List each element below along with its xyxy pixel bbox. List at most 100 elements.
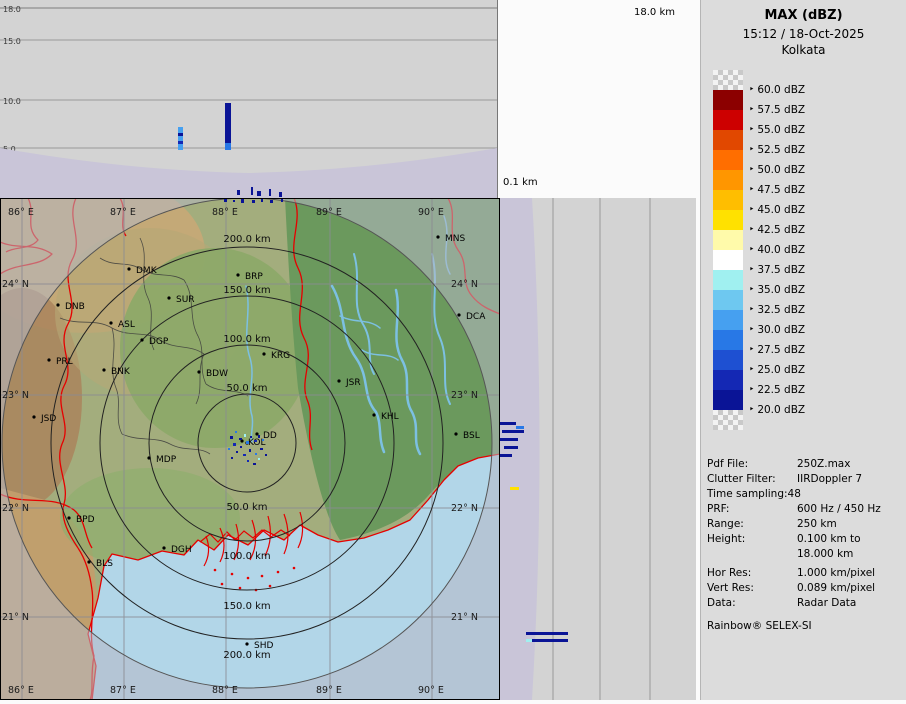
- scale-label: 42.5 dBZ: [749, 223, 805, 237]
- scale-label: 22.5 dBZ: [749, 383, 805, 397]
- legend-header: MAX (dBZ) 15:12 / 18-Oct-2025 Kolkata: [701, 8, 906, 59]
- lon-label: 87° E: [110, 685, 136, 696]
- info-value: 250Z.max: [797, 457, 903, 472]
- scale-label: 47.5 dBZ: [749, 183, 805, 197]
- scale-box: [713, 370, 743, 390]
- info-row: 18.000 km: [707, 547, 903, 562]
- scale-box: [713, 110, 743, 130]
- info-label: Vert Res:: [707, 581, 797, 596]
- info-label: Data:: [707, 596, 797, 611]
- lat-label: 24° N: [451, 279, 478, 290]
- scale-box: [713, 70, 743, 90]
- city-label: JSR: [345, 378, 361, 388]
- ew-cross-section-canvas: 18.0 15.0 10.0 5.0: [0, 0, 497, 198]
- scale-label: 50.0 dBZ: [749, 163, 805, 177]
- range-ring-label: 50.0 km: [227, 502, 268, 513]
- radar-map-panel: 200.0 km 150.0 km 100.0 km 50.0 km 50.0 …: [0, 198, 500, 700]
- lat-label: 22° N: [2, 503, 29, 514]
- city-label: BRP: [245, 272, 263, 282]
- range-ring-label: 150.0 km: [223, 285, 270, 296]
- city-label: DMK: [136, 266, 158, 276]
- lat-label: 22° N: [451, 503, 478, 514]
- info-value: 0.100 km to: [797, 532, 903, 547]
- height-axis-min-label: 0.1 km: [503, 177, 538, 188]
- scale-box: [713, 330, 743, 350]
- scale-label: 27.5 dBZ: [749, 343, 805, 357]
- scale-label: 60.0 dBZ: [749, 83, 805, 97]
- city-label: DNB: [65, 302, 85, 312]
- range-ring-label: 200.0 km: [223, 650, 270, 661]
- scale-label: 57.5 dBZ: [749, 103, 805, 117]
- lat-label: 21° N: [2, 612, 29, 623]
- scale-label: 45.0 dBZ: [749, 203, 805, 217]
- range-ring-label: 200.0 km: [223, 234, 270, 245]
- scale-box: [713, 310, 743, 330]
- lon-label: 89° E: [316, 685, 342, 696]
- ns-cross-section-canvas: [500, 198, 696, 700]
- city-label: DGH: [171, 545, 192, 555]
- lon-label: 90° E: [418, 207, 444, 218]
- info-value: 1.000 km/pixel: [797, 566, 903, 581]
- radar-map-canvas: 200.0 km 150.0 km 100.0 km 50.0 km 50.0 …: [0, 198, 500, 700]
- info-label: Pdf File:: [707, 457, 797, 472]
- scale-label: 40.0 dBZ: [749, 243, 805, 257]
- city-label: PRL: [56, 357, 73, 367]
- city-label: DCA: [466, 312, 486, 322]
- color-scale: 60.0 dBZ 57.5 dBZ 55.0 dBZ 52.5 dBZ 50.0…: [713, 70, 903, 430]
- lon-label: 87° E: [110, 207, 136, 218]
- info-row: Range: 250 km: [707, 517, 903, 532]
- scale-box: [713, 90, 743, 110]
- lon-label: 90° E: [418, 685, 444, 696]
- lon-label: 89° E: [316, 207, 342, 218]
- city-label: ASL: [118, 320, 135, 330]
- lat-label: 21° N: [451, 612, 478, 623]
- info-label: Time sampling:48: [707, 487, 797, 502]
- info-row: Vert Res: 0.089 km/pixel: [707, 581, 903, 596]
- scale-label: 55.0 dBZ: [749, 123, 805, 137]
- scale-box: [713, 170, 743, 190]
- scale-box: [713, 290, 743, 310]
- lon-label: 86° E: [8, 685, 34, 696]
- city-label: BNK: [111, 367, 131, 377]
- scale-box: [713, 190, 743, 210]
- scale-label: 32.5 dBZ: [749, 303, 805, 317]
- ew-cross-section-panel: 18.0 15.0 10.0 5.0: [0, 0, 498, 198]
- lon-label: 86° E: [8, 207, 34, 218]
- scale-label: 37.5 dBZ: [749, 263, 805, 277]
- scale-box: [713, 350, 743, 370]
- info-row: Hor Res: 1.000 km/pixel: [707, 566, 903, 581]
- height-gridlines: [0, 8, 497, 148]
- info-row: PRF: 600 Hz / 450 Hz: [707, 502, 903, 517]
- info-label: [707, 547, 797, 562]
- range-ring-label: 100.0 km: [223, 334, 270, 345]
- range-ring-label: 150.0 km: [223, 601, 270, 612]
- info-value: IIRDoppler 7: [797, 472, 903, 487]
- lon-label: 88° E: [212, 207, 238, 218]
- height-tick-labels: 18.0 15.0 10.0 5.0: [3, 5, 21, 154]
- city-label: DGP: [149, 337, 169, 347]
- info-label: Height:: [707, 532, 797, 547]
- range-ring-label: 50.0 km: [227, 383, 268, 394]
- city-label: DD: [263, 431, 277, 441]
- city-label: JSD: [40, 414, 56, 424]
- beam-blind-zone-shading: [0, 148, 497, 198]
- scale-box: [713, 230, 743, 250]
- city-label: SHD: [254, 641, 273, 651]
- info-label: Hor Res:: [707, 566, 797, 581]
- scale-box: [713, 270, 743, 290]
- scale-box: [713, 210, 743, 230]
- height-axis-max-label: 18.0 km: [634, 7, 675, 18]
- scan-datetime: 15:12 / 18-Oct-2025: [701, 27, 906, 41]
- station-name: Kolkata: [701, 43, 906, 57]
- lat-label: 23° N: [2, 390, 29, 401]
- scale-box: [713, 130, 743, 150]
- info-value: 600 Hz / 450 Hz: [797, 502, 903, 517]
- info-row: Height: 0.100 km to: [707, 532, 903, 547]
- range-ring-label: 100.0 km: [223, 551, 270, 562]
- scale-box: [713, 250, 743, 270]
- info-value: 0.089 km/pixel: [797, 581, 903, 596]
- city-label: BLS: [96, 559, 113, 569]
- city-label: BPD: [76, 515, 95, 525]
- legend-panel: MAX (dBZ) 15:12 / 18-Oct-2025 Kolkata 60…: [700, 0, 906, 700]
- tick-label: 18.0: [3, 5, 21, 14]
